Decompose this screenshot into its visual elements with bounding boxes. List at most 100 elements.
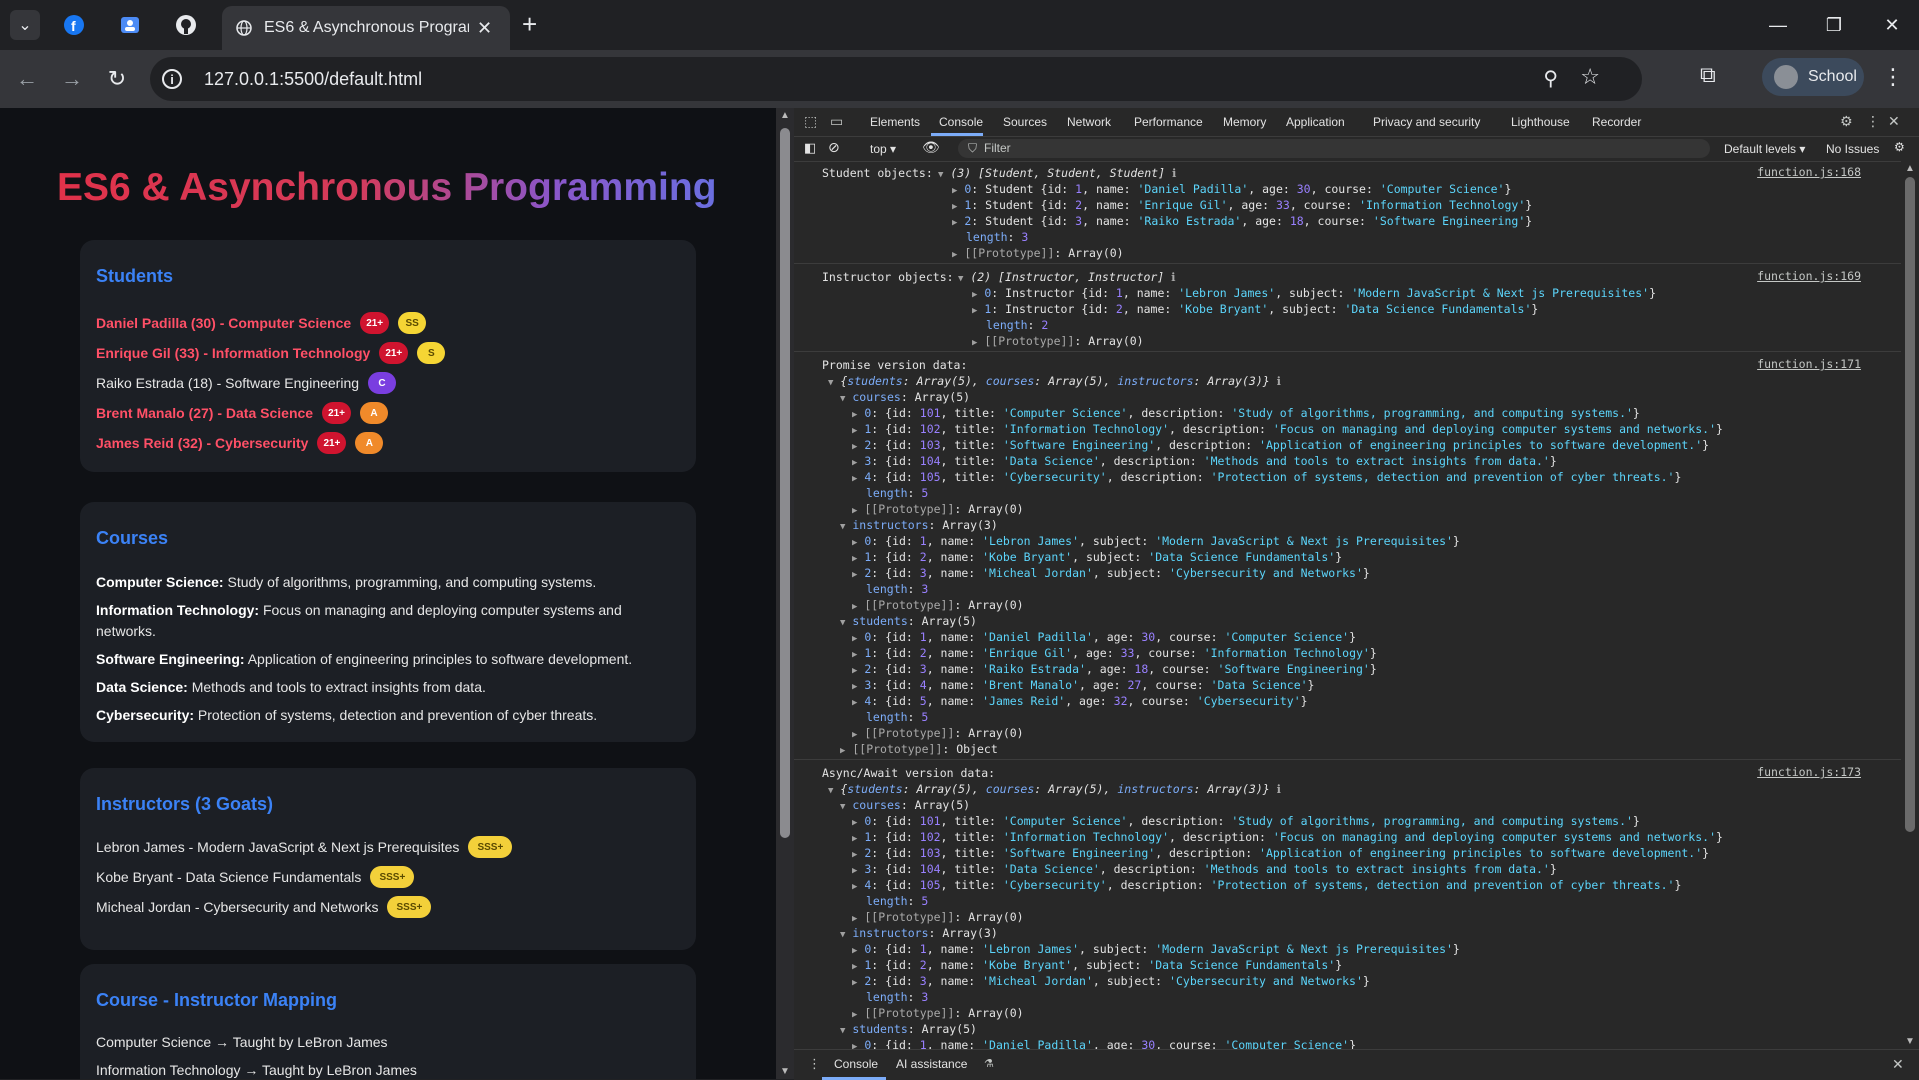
zoom-icon[interactable]: ⚲ <box>1543 66 1558 91</box>
back-icon[interactable]: ← <box>10 62 44 96</box>
console-scrollbar[interactable]: ▲ ▼ <box>1901 161 1919 1049</box>
console-tree-row[interactable]: ▼ (2) [Instructor, Instructor] ℹ <box>958 269 1176 285</box>
site-info-icon[interactable]: i <box>162 69 182 89</box>
tab-recorder[interactable]: Recorder <box>1592 115 1641 129</box>
sidebar-toggle-icon[interactable]: ◧ <box>804 140 816 156</box>
console-tree-row[interactable]: ▶ 1: {id: 102, title: 'Information Techn… <box>852 421 1723 437</box>
browser-menu-icon[interactable]: ⋮ <box>1882 64 1904 90</box>
console-tree-row[interactable]: ▶ [[Prototype]]: Object <box>840 741 998 757</box>
console-tree-row[interactable]: ▼ courses: Array(5) <box>840 389 970 405</box>
drawer-close-icon[interactable]: ✕ <box>1892 1056 1904 1073</box>
console-tree-row[interactable]: ▶ 2: {id: 103, title: 'Software Engineer… <box>852 845 1709 861</box>
console-tree-row[interactable]: ▶ 0: {id: 1, name: 'Daniel Padilla', age… <box>852 629 1356 645</box>
console-tree-row[interactable]: ▶ [[Prototype]]: Array(0) <box>852 909 1024 925</box>
console-tree-row[interactable]: ▶ 0: {id: 101, title: 'Computer Science'… <box>852 813 1640 829</box>
source-link[interactable]: function.js:171 <box>1757 357 1861 371</box>
console-tree-row[interactable]: ▼ {students: Array(5), courses: Array(5)… <box>828 781 1281 797</box>
tab-sources[interactable]: Sources <box>1003 115 1047 129</box>
console-tree-row[interactable]: ▶ [[Prototype]]: Array(0) <box>852 501 1024 517</box>
tab-performance[interactable]: Performance <box>1134 115 1203 129</box>
console-tree-row[interactable]: ▶ 2: {id: 103, title: 'Software Engineer… <box>852 437 1709 453</box>
console-tree-row[interactable]: ▶ 4: {id: 105, title: 'Cybersecurity', d… <box>852 877 1681 893</box>
console-tree-row[interactable]: ▶ 4: {id: 105, title: 'Cybersecurity', d… <box>852 469 1681 485</box>
console-tree-row[interactable]: ▶ 0: {id: 1, name: 'Lebron James', subje… <box>852 941 1460 957</box>
forward-icon[interactable]: → <box>55 62 89 96</box>
tab-console[interactable]: Console <box>939 115 983 129</box>
devtools-menu-icon[interactable]: ⋮ <box>1866 113 1880 130</box>
console-tree-row[interactable]: ▼ (3) [Student, Student, Student] ℹ <box>938 165 1176 181</box>
console-filter-input[interactable]: ⛉ Filter <box>958 139 1710 158</box>
source-link[interactable]: function.js:173 <box>1757 765 1861 779</box>
bookmark-star-icon[interactable]: ☆ <box>1580 64 1600 90</box>
context-selector[interactable]: top ▾ <box>870 142 896 156</box>
address-bar[interactable]: i 127.0.0.1:5500/default.html ⚲ ☆ <box>150 57 1642 101</box>
console-scrollbar-thumb[interactable] <box>1905 177 1915 832</box>
console-tree-row[interactable]: ▶ 3: {id: 104, title: 'Data Science', de… <box>852 453 1557 469</box>
devtools-settings-icon[interactable]: ⚙ <box>1840 113 1853 130</box>
inspect-element-icon[interactable]: ⬚ <box>804 113 817 130</box>
console-tree-row[interactable]: ▶ [[Prototype]]: Array(0) <box>852 725 1024 741</box>
restore-icon[interactable]: ❐ <box>1814 10 1854 40</box>
console-settings-icon[interactable]: ⚙ <box>1894 140 1905 154</box>
minimize-icon[interactable]: — <box>1758 10 1798 40</box>
window-close-icon[interactable]: ✕ <box>1872 10 1912 40</box>
contacts-pinned-tab[interactable] <box>108 8 152 42</box>
console-tree-row[interactable]: ▶ 1: {id: 2, name: 'Enrique Gil', age: 3… <box>852 645 1377 661</box>
new-tab-icon[interactable]: + <box>522 11 537 37</box>
scroll-up-icon[interactable]: ▲ <box>1905 163 1915 174</box>
scroll-up-icon[interactable]: ▲ <box>780 110 790 121</box>
console-tree-row[interactable]: ▼ courses: Array(5) <box>840 797 970 813</box>
console-tree-row[interactable]: ▶ 4: {id: 5, name: 'James Reid', age: 32… <box>852 693 1308 709</box>
drawer-tab-ai-assistance[interactable]: AI assistance <box>896 1057 967 1071</box>
console-tree-row[interactable]: ▶ 2: {id: 3, name: 'Micheal Jordan', sub… <box>852 565 1370 581</box>
tab-network[interactable]: Network <box>1067 115 1111 129</box>
console-tree-row[interactable]: ▶ 0: {id: 1, name: 'Daniel Padilla', age… <box>852 1037 1356 1049</box>
console-tree-row[interactable]: ▶ [[Prototype]]: Array(0) <box>952 245 1124 261</box>
console-tree-row[interactable]: ▼ instructors: Array(3) <box>840 925 998 941</box>
facebook-pinned-tab[interactable]: f <box>52 8 96 42</box>
console-tree-row[interactable]: ▶ 3: {id: 104, title: 'Data Science', de… <box>852 861 1557 877</box>
console-tree-row[interactable]: ▶ 2: {id: 3, name: 'Raiko Estrada', age:… <box>852 661 1377 677</box>
console-tree-row[interactable]: ▼ {students: Array(5), courses: Array(5)… <box>828 373 1281 389</box>
console-tree-row[interactable]: ▶ [[Prototype]]: Array(0) <box>852 1005 1024 1021</box>
console-tree-row[interactable]: ▼ students: Array(5) <box>840 613 977 629</box>
tab-lighthouse[interactable]: Lighthouse <box>1511 115 1570 129</box>
close-tab-icon[interactable]: ✕ <box>477 18 492 39</box>
active-tab[interactable]: ES6 & Asynchronous Programm ✕ <box>222 6 510 50</box>
tab-search-chevron-icon[interactable]: ⌄ <box>10 10 40 40</box>
tab-privacy-security[interactable]: Privacy and security <box>1373 115 1480 129</box>
console-tree-row[interactable]: ▶ 1: {id: 2, name: 'Kobe Bryant', subjec… <box>852 549 1342 565</box>
console-tree-row[interactable]: ▶ [[Prototype]]: Array(0) <box>852 597 1024 613</box>
drawer-menu-icon[interactable]: ⋮ <box>808 1056 821 1072</box>
page-scrollbar-thumb[interactable] <box>780 128 790 838</box>
source-link[interactable]: function.js:168 <box>1757 165 1861 179</box>
console-tree-row[interactable]: ▶ 0: Instructor {id: 1, name: 'Lebron Ja… <box>972 285 1656 301</box>
source-link[interactable]: function.js:169 <box>1757 269 1861 283</box>
live-expression-eye-icon[interactable]: 👁 <box>922 139 940 156</box>
profile-button[interactable]: School <box>1762 58 1864 96</box>
console-tree-row[interactable]: ▶ 0: {id: 1, name: 'Lebron James', subje… <box>852 533 1460 549</box>
drawer-tab-console[interactable]: Console <box>834 1057 878 1071</box>
console-tree-row[interactable]: ▶ [[Prototype]]: Array(0) <box>972 333 1144 349</box>
console-tree-row[interactable]: ▶ 2: Student {id: 3, name: 'Raiko Estrad… <box>952 213 1532 229</box>
console-tree-row[interactable]: ▼ students: Array(5) <box>840 1021 977 1037</box>
console-tree-row[interactable]: ▶ 0: Student {id: 1, name: 'Daniel Padil… <box>952 181 1511 197</box>
github-pinned-tab[interactable] <box>164 8 208 42</box>
reload-icon[interactable]: ↻ <box>100 62 134 96</box>
device-toolbar-icon[interactable]: ▭ <box>830 113 843 130</box>
devtools-close-icon[interactable]: ✕ <box>1888 113 1900 130</box>
console-tree-row[interactable]: ▼ instructors: Array(3) <box>840 517 998 533</box>
console-tree-row[interactable]: ▶ 1: {id: 2, name: 'Kobe Bryant', subjec… <box>852 957 1342 973</box>
console-tree-row[interactable]: ▶ 0: {id: 101, title: 'Computer Science'… <box>852 405 1640 421</box>
tab-application[interactable]: Application <box>1286 115 1345 129</box>
tab-memory[interactable]: Memory <box>1223 115 1266 129</box>
tab-elements[interactable]: Elements <box>870 115 920 129</box>
log-levels-dropdown[interactable]: Default levels ▾ <box>1724 142 1805 156</box>
console-tree-row[interactable]: ▶ 1: {id: 102, title: 'Information Techn… <box>852 829 1723 845</box>
scroll-down-icon[interactable]: ▼ <box>1905 1036 1915 1047</box>
scroll-down-icon[interactable]: ▼ <box>780 1066 790 1077</box>
page-scrollbar[interactable]: ▲ ▼ <box>776 108 794 1079</box>
extensions-icon[interactable]: ⧉ <box>1700 62 1716 88</box>
console-tree-row[interactable]: ▶ 1: Instructor {id: 2, name: 'Kobe Brya… <box>972 301 1538 317</box>
clear-console-icon[interactable]: ⊘ <box>828 139 840 156</box>
